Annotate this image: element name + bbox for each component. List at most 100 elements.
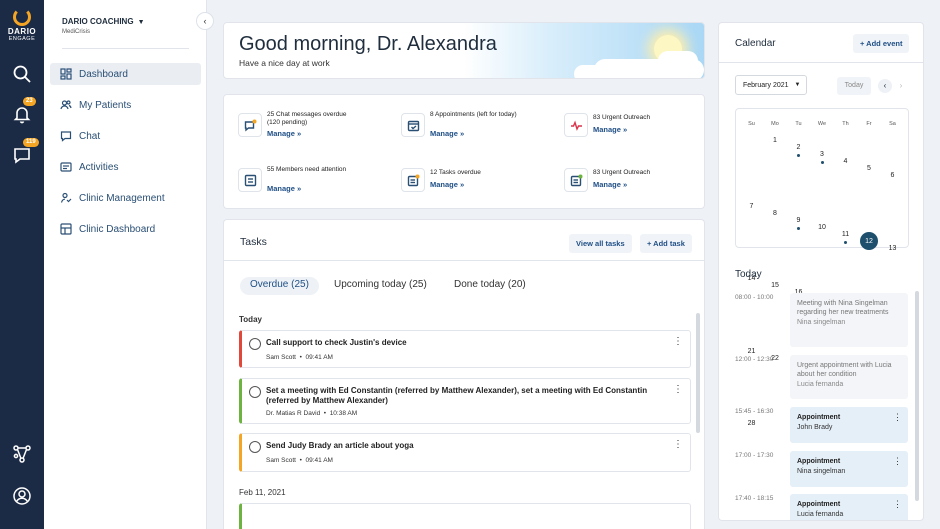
clinic-management-icon [60, 192, 72, 203]
manage-link[interactable]: Manage » [267, 129, 301, 138]
weekday-label: Su [748, 121, 755, 127]
calendar-day[interactable]: 10 [811, 224, 834, 231]
next-month-icon[interactable]: › [894, 79, 908, 93]
calendar-event[interactable]: Urgent appointment with Lucia about her … [790, 355, 908, 399]
tab-upcoming-today[interactable]: Upcoming today (25) [324, 277, 437, 295]
task-item[interactable]: Call support to check Justin's device Sa… [239, 330, 691, 368]
calendar-day-number: 9 [796, 216, 801, 224]
calendar-day-number: 8 [773, 209, 777, 217]
collapse-nav-button[interactable]: ‹ [196, 12, 214, 30]
nav-item-chat[interactable]: Chat [50, 125, 201, 147]
calendar-event[interactable]: Appointment Lucia fernanda ⋮ [790, 494, 908, 520]
messages-icon[interactable]: 119 [12, 138, 39, 165]
org-selector[interactable]: DARIO COACHING ▼ [62, 17, 145, 26]
calendar-day-number: 21 [747, 347, 756, 355]
integrations-icon[interactable] [12, 444, 32, 464]
calendar-grid: SuMoTuWeThFrSa12345678910111213141516171… [735, 108, 909, 427]
nav-item-label: Dashboard [79, 68, 128, 80]
calendar-day[interactable]: 12 [858, 231, 881, 250]
event-time: 15:45 - 16:30 [735, 408, 774, 415]
prev-month-icon[interactable]: ‹ [878, 79, 892, 93]
event-attendee: John Brady [797, 424, 833, 431]
calendar-day[interactable]: 5 [858, 165, 881, 172]
task-title: Set a meeting with Ed Constantin (referr… [266, 386, 648, 405]
task-complete-radio[interactable] [249, 338, 261, 350]
more-options-icon[interactable]: ⋮ [673, 385, 683, 395]
side-nav: DARIO COACHING ▼ MediCrisis Dashboard My … [44, 0, 207, 529]
stat-tasks-overdue: 12 Tasks overdue Manage » [401, 164, 551, 200]
chat-alert-icon [238, 113, 262, 137]
tab-done-today[interactable]: Done today (20) [444, 277, 536, 295]
task-complete-radio[interactable] [249, 441, 261, 453]
nav-item-label: Clinic Management [79, 192, 165, 204]
agenda-scrollbar[interactable] [915, 291, 919, 501]
calendar-day[interactable]: 8 [764, 210, 787, 217]
calendar-day[interactable]: 2 [787, 144, 810, 157]
nav-item-label: Chat [79, 130, 101, 142]
add-event-button[interactable]: + Add event [853, 34, 910, 53]
calendar-day[interactable]: 13 [881, 245, 904, 252]
calendar-day[interactable]: 15 [764, 282, 787, 289]
calendar-day[interactable]: 21 [740, 348, 763, 355]
calendar-day[interactable]: 11 [834, 231, 857, 244]
more-options-icon[interactable]: ⋮ [893, 457, 902, 466]
tab-overdue[interactable]: Overdue (25) [240, 277, 319, 295]
nav-item-dashboard[interactable]: Dashboard [50, 63, 201, 85]
manage-link[interactable]: Manage » [267, 184, 301, 193]
messages-badge: 119 [23, 138, 39, 147]
event-attendee: Nina singelman [797, 319, 846, 326]
month-select[interactable]: February 2021 ▼ [735, 75, 807, 95]
calendar-day-number: 13 [888, 244, 897, 252]
calendar-day[interactable]: 7 [740, 203, 763, 210]
patients-icon [60, 100, 72, 110]
event-dot [844, 240, 847, 244]
manage-link[interactable]: Manage » [430, 180, 464, 189]
tasks-scrollbar[interactable] [696, 313, 700, 433]
nav-item-label: My Patients [79, 99, 132, 111]
calendar-event[interactable]: Meeting with Nina Singelman regarding he… [790, 293, 908, 347]
nav-item-clinic-management[interactable]: Clinic Management [50, 187, 201, 209]
task-item[interactable]: Send Judy Brady an article about yoga Sa… [239, 433, 691, 472]
task-item[interactable]: Set a meeting with Ed Constantin (referr… [239, 378, 691, 424]
event-dot [797, 226, 800, 230]
calendar-day[interactable]: 3 [811, 151, 834, 164]
nav-item-clinic-dashboard[interactable]: Clinic Dashboard [50, 218, 201, 240]
calendar-day-number: 15 [771, 282, 779, 289]
calendar-event[interactable]: Appointment Nina singelman ⋮ [790, 451, 908, 487]
calendar-day[interactable]: 28 [740, 420, 763, 427]
calendar-day-number: 28 [747, 420, 756, 427]
more-options-icon[interactable]: ⋮ [673, 337, 683, 347]
calendar-event[interactable]: Appointment John Brady ⋮ [790, 407, 908, 443]
notifications-badge: 23 [23, 97, 36, 106]
user-profile-icon[interactable] [12, 486, 32, 506]
task-item[interactable] [239, 503, 691, 529]
calendar-day-number: 1 [773, 137, 777, 144]
bell-icon[interactable]: 23 [12, 97, 36, 124]
weekday-label: Fr [866, 121, 872, 127]
search-icon[interactable] [12, 64, 32, 84]
manage-link[interactable]: Manage » [593, 125, 627, 134]
task-complete-radio[interactable] [249, 386, 261, 398]
stat-text: 83 Urgent Outreach [593, 114, 651, 121]
outreach-check-icon [564, 168, 588, 192]
nav-item-my-patients[interactable]: My Patients [50, 94, 201, 116]
calendar-day[interactable]: 4 [834, 158, 857, 165]
sky-illustration [464, 23, 704, 78]
calendar-day[interactable]: 1 [764, 137, 787, 144]
more-options-icon[interactable]: ⋮ [893, 500, 902, 509]
more-options-icon[interactable]: ⋮ [673, 440, 683, 450]
weekday-label: Tu [795, 121, 802, 127]
logo-line2: ENGAGE [8, 36, 36, 42]
heartbeat-icon [564, 113, 588, 137]
today-button[interactable]: Today [837, 77, 871, 95]
more-options-icon[interactable]: ⋮ [893, 413, 902, 422]
calendar-day[interactable]: 6 [881, 172, 904, 179]
calendar-day-number: 3 [820, 151, 824, 158]
calendar-day[interactable]: 9 [787, 216, 810, 230]
add-task-button[interactable]: + Add task [640, 234, 692, 253]
manage-link[interactable]: Manage » [593, 180, 627, 189]
view-all-tasks-button[interactable]: View all tasks [569, 234, 632, 253]
nav-item-activities[interactable]: Activities [50, 156, 201, 178]
tasks-header: Tasks View all tasks + Add task [224, 220, 704, 261]
manage-link[interactable]: Manage » [430, 129, 464, 138]
